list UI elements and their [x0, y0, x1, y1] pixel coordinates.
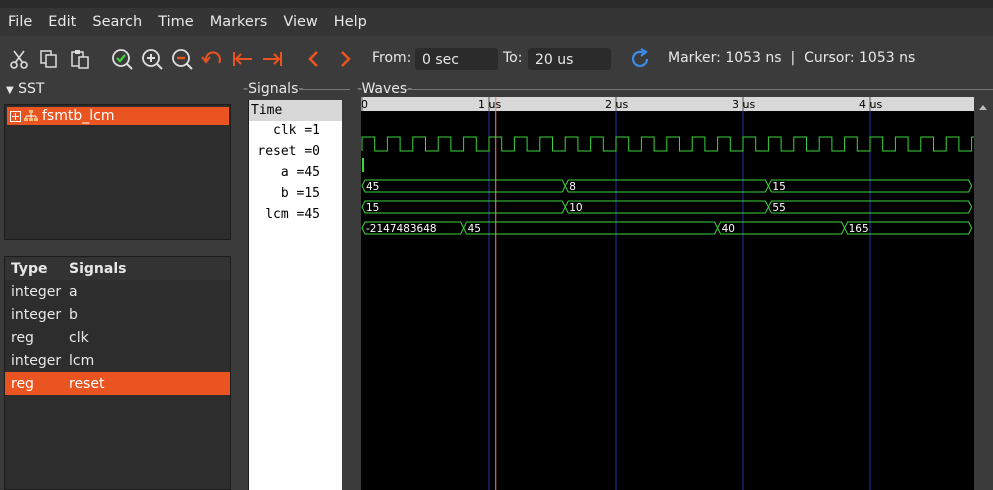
marker-cursor-readout: Marker: 1053 ns | Cursor: 1053 ns: [668, 50, 916, 66]
type-cell: integer: [11, 283, 62, 300]
type-cell: reg: [11, 329, 34, 346]
signals-frame-rule: [300, 89, 350, 90]
bus-value-b: 55: [772, 202, 785, 214]
type-row[interactable]: integer lcm: [5, 349, 230, 372]
bus-segment-a: [564, 179, 769, 193]
type-cell: integer: [11, 306, 62, 323]
bus-value-b: 15: [366, 202, 379, 214]
menu-help[interactable]: Help: [326, 14, 375, 30]
signal-row-reset[interactable]: reset =0: [249, 141, 342, 162]
from-label: From:: [372, 50, 412, 66]
col-type-header[interactable]: Type: [11, 261, 48, 277]
type-row[interactable]: integer b: [5, 303, 230, 326]
expand-plus-icon[interactable]: [10, 110, 21, 122]
signal-cell: a: [69, 283, 78, 300]
undo-icon[interactable]: [200, 47, 224, 71]
types-header-row: Type Signals: [5, 257, 230, 280]
clk-waveform: [361, 136, 974, 152]
signal-cell: lcm: [69, 352, 95, 369]
signal-row-lcm[interactable]: lcm =45: [249, 204, 342, 225]
prev-icon[interactable]: [302, 47, 326, 71]
bus-segment-b: [564, 200, 769, 214]
bus-value-a: 15: [772, 181, 785, 193]
signals-frame-title: -Signals-: [243, 81, 303, 97]
signals-title: Signals: [248, 81, 299, 97]
signal-row-clk[interactable]: clk =1: [249, 120, 342, 141]
col-signals-header[interactable]: Signals: [69, 261, 126, 277]
signal-row-b[interactable]: b =15: [249, 183, 342, 204]
waves-title: Waves: [361, 81, 408, 97]
menu-search[interactable]: Search: [84, 14, 150, 30]
waves-frame-title: -Waves-: [357, 81, 412, 97]
bus-segment-lcm: [463, 221, 719, 235]
module-hierarchy-icon: [24, 110, 38, 122]
collapse-triangle-icon: ▼: [6, 85, 14, 96]
bus-value-lcm: -2147483648: [366, 223, 437, 235]
zoom-in-icon[interactable]: [140, 47, 164, 71]
toolbar: From: 0 sec To: 20 us Marker: 1053 ns | …: [0, 37, 993, 81]
bus-value-b: 10: [569, 202, 582, 214]
signals-list-panel: Time clk =1 reset =0 a =45 b =15 lcm =45: [248, 100, 342, 490]
time-header: Time: [249, 100, 342, 121]
scroll-up-arrow-icon[interactable]: [979, 105, 987, 110]
paste-icon[interactable]: [68, 47, 92, 71]
type-row[interactable]: reg clk: [5, 326, 230, 349]
bus-value-a: 8: [569, 181, 576, 193]
to-label: To:: [503, 50, 523, 66]
type-row[interactable]: integer a: [5, 280, 230, 303]
tick-label: 2 us: [605, 98, 628, 111]
from-input[interactable]: 0 sec: [415, 48, 498, 70]
vertical-scrollbar[interactable]: [976, 97, 993, 490]
type-cell: reg: [11, 375, 34, 392]
zoom-out-icon[interactable]: [170, 47, 194, 71]
bus-value-lcm: 45: [468, 223, 481, 235]
signal-row-a[interactable]: a =45: [249, 162, 342, 183]
type-cell: integer: [11, 352, 62, 369]
waveform-canvas[interactable]: 0 1 us 2 us 3 us 4 us 45 8 15 15 10 55 -2147483648 4…: [361, 97, 974, 490]
tick-label: 4 us: [859, 98, 882, 111]
bus-segment-lcm: [717, 221, 846, 235]
next-icon[interactable]: [333, 47, 357, 71]
waves-frame-rule: [406, 89, 993, 90]
reload-icon[interactable]: [628, 47, 652, 71]
to-input[interactable]: 20 us: [528, 48, 611, 70]
sst-title: SST: [18, 81, 45, 97]
bus-segment-a: [361, 179, 566, 193]
zoom-start-icon[interactable]: [231, 47, 255, 71]
signal-cell: reset: [69, 375, 105, 392]
bus-segment-b: [361, 200, 566, 214]
tick-label: 0: [361, 98, 368, 111]
window-top-strip: [0, 0, 993, 8]
types-signals-panel: Type Signals integer a integer b reg clk…: [4, 256, 231, 490]
cut-icon[interactable]: [7, 47, 31, 71]
signal-cell: clk: [69, 329, 89, 346]
tick-label: 1 us: [478, 98, 501, 111]
menu-bar: File Edit Search Time Markers View Help: [0, 8, 993, 36]
waves-panel[interactable]: 0 1 us 2 us 3 us 4 us 45 8 15 15 10 55 -2147483648 4…: [361, 97, 974, 490]
bus-value-lcm: 165: [849, 223, 869, 235]
reset-pulse: [362, 158, 364, 172]
menu-markers[interactable]: Markers: [202, 14, 276, 30]
type-row-selected[interactable]: reg reset: [5, 372, 230, 395]
tree-item-fsmtb-lcm[interactable]: fsmtb_lcm: [7, 107, 229, 125]
bus-value-lcm: 40: [722, 223, 735, 235]
tree-item-label: fsmtb_lcm: [42, 108, 115, 124]
signal-cell: b: [69, 306, 78, 323]
menu-edit[interactable]: Edit: [40, 14, 84, 30]
tick-label: 3 us: [732, 98, 755, 111]
menu-file[interactable]: File: [0, 14, 40, 30]
zoom-fit-icon[interactable]: [110, 47, 134, 71]
copy-icon[interactable]: [37, 47, 61, 71]
zoom-end-icon[interactable]: [260, 47, 284, 71]
menu-view[interactable]: View: [275, 14, 325, 30]
sst-header[interactable]: ▼ SST: [6, 81, 44, 97]
menu-time[interactable]: Time: [150, 14, 202, 30]
bus-value-a: 45: [366, 181, 379, 193]
sst-tree-panel: fsmtb_lcm: [4, 104, 231, 240]
